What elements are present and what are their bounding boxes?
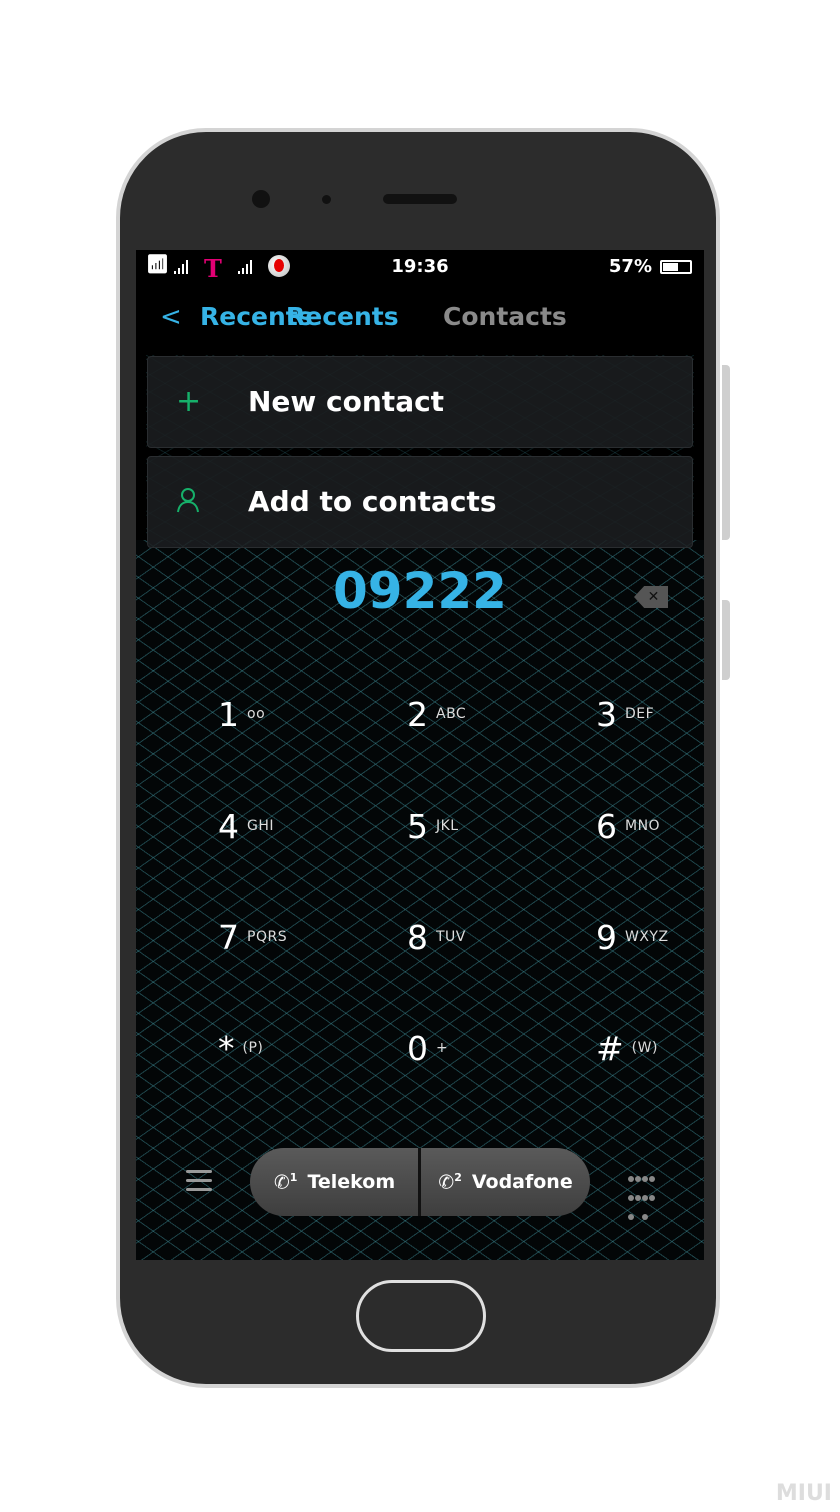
key-3[interactable]: 3 DEF: [596, 684, 704, 744]
battery-percent: 57%: [608, 256, 652, 277]
key-letters: +: [436, 1040, 449, 1056]
key-letters: ᴏᴏ: [247, 706, 266, 722]
key-letters: DEF: [625, 706, 655, 722]
key-digit: #: [596, 1028, 624, 1068]
call-sim1-label: Telekom: [307, 1171, 396, 1193]
key-digit: 7: [218, 917, 239, 957]
key-9[interactable]: 9 WXYZ: [596, 907, 704, 967]
dialed-number: 09222: [333, 562, 507, 620]
add-to-contacts-button[interactable]: Add to contacts: [147, 456, 693, 548]
key-digit: 6: [596, 806, 617, 846]
key-letters: JKL: [436, 818, 459, 834]
chevron-left-icon[interactable]: <: [160, 302, 182, 332]
miui-watermark: MIUI: [775, 1481, 832, 1506]
proximity-sensor: [322, 195, 331, 204]
bottom-bar: ✆1 Telekom ✆2 Vodafone: [136, 1148, 704, 1220]
call-sim2-label: Vodafone: [471, 1171, 573, 1193]
key-digit: *: [218, 1028, 235, 1068]
key-letters: ABC: [436, 706, 467, 722]
key-letters: PQRS: [247, 929, 288, 945]
key-digit: 3: [596, 694, 617, 734]
key-letters: MNO: [625, 818, 661, 834]
key-digit: 8: [407, 917, 428, 957]
key-letters: GHI: [247, 818, 275, 834]
key-digit: 5: [407, 806, 428, 846]
key-digit: 9: [596, 917, 617, 957]
key-digit: 1: [218, 694, 239, 734]
key-12[interactable]: # (W): [596, 1018, 704, 1078]
key-6[interactable]: 6 MNO: [596, 796, 704, 856]
key-letters: TUV: [436, 929, 466, 945]
menu-icon[interactable]: [186, 1170, 212, 1197]
plus-icon: +: [176, 384, 202, 419]
new-contact-button[interactable]: + New contact: [147, 356, 693, 448]
call-buttons: ✆1 Telekom ✆2 Vodafone: [250, 1148, 590, 1216]
key-digit: 2: [407, 694, 428, 734]
key-digit: 4: [218, 806, 239, 846]
screen: 📶︎ T 19:36 57% < Recents Recents Contact…: [136, 250, 704, 1260]
phone-sim2-icon: ✆2: [438, 1170, 462, 1194]
key-8[interactable]: 8 TUV: [407, 907, 557, 967]
home-button[interactable]: [356, 1280, 486, 1352]
volume-button: [722, 365, 730, 540]
tab-recents-overlap: Recents: [286, 302, 399, 331]
battery-icon: [660, 260, 692, 274]
dialpad-toggle-icon[interactable]: [628, 1168, 656, 1225]
key-2[interactable]: 2 ABC: [407, 684, 557, 744]
person-icon: [176, 487, 200, 519]
key-7[interactable]: 7 PQRS: [218, 907, 368, 967]
earpiece-speaker: [383, 194, 457, 204]
key-1[interactable]: 1 ᴏᴏ: [218, 684, 368, 744]
status-bar: 📶︎ T 19:36 57%: [136, 250, 704, 284]
key-letters: (W): [631, 1040, 658, 1056]
tab-bar: < Recents Recents Contacts: [136, 300, 704, 340]
key-digit: 0: [407, 1028, 428, 1068]
phone-sim1-icon: ✆1: [273, 1170, 298, 1194]
call-sim2-button[interactable]: ✆2 Vodafone: [421, 1148, 590, 1216]
call-sim1-button[interactable]: ✆1 Telekom: [250, 1148, 419, 1216]
key-letters: (P): [242, 1040, 264, 1056]
key-letters: WXYZ: [625, 929, 669, 945]
new-contact-label: New contact: [248, 385, 445, 418]
tab-contacts[interactable]: Contacts: [443, 302, 567, 331]
power-button: [722, 600, 730, 680]
add-to-contacts-label: Add to contacts: [248, 485, 497, 518]
key-4[interactable]: 4 GHI: [218, 796, 368, 856]
front-camera: [252, 190, 270, 208]
key-11[interactable]: 0 +: [407, 1018, 557, 1078]
key-10[interactable]: * (P): [218, 1018, 368, 1078]
key-5[interactable]: 5 JKL: [407, 796, 557, 856]
